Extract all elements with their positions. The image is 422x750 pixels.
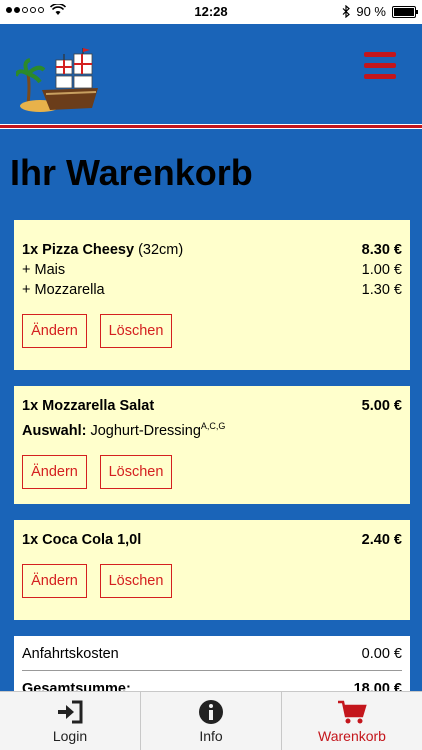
item-main-row: 1x Mozzarella Salat 5.00 € <box>22 396 402 416</box>
edit-button[interactable]: Ändern <box>22 314 87 348</box>
cart-item: 1x Mozzarella Salat 5.00 € Auswahl: Jogh… <box>14 386 410 504</box>
item-name: 1x Mozzarella Salat <box>22 398 155 414</box>
delivery-label: Anfahrtskosten <box>22 646 119 662</box>
menu-button[interactable] <box>364 52 396 80</box>
item-extra-row: + Mais 1.00 € <box>22 260 402 280</box>
login-icon <box>58 700 83 724</box>
info-icon <box>199 700 223 724</box>
item-main-row: 1x Coca Cola 1,0l 2.40 € <box>22 530 402 550</box>
delete-button[interactable]: Löschen <box>100 314 172 348</box>
item-extra-row: + Mozzarella 1.30 € <box>22 280 402 300</box>
tab-label: Login <box>52 728 88 744</box>
tab-label: Warenkorb <box>318 728 386 744</box>
allergen-codes: A,C,G <box>200 421 226 431</box>
choice-value: Joghurt-Dressing <box>90 422 201 439</box>
status-bar: 12:28 90 % <box>0 0 422 24</box>
item-main-row: 1x Pizza Cheesy (32cm) 8.30 € <box>22 240 402 260</box>
ship-logo[interactable] <box>16 46 104 116</box>
item-name: 1x Pizza Cheesy <box>22 242 135 258</box>
item-choice-row: Auswahl: Joghurt-DressingA,C,G <box>22 416 402 441</box>
cart-icon <box>338 700 367 724</box>
cart-item: 1x Pizza Cheesy (32cm) 8.30 € + Mais 1.0… <box>14 220 410 370</box>
delete-button[interactable]: Löschen <box>100 564 172 598</box>
battery-icon <box>392 5 418 18</box>
tab-bar: Login Info Warenkorb <box>0 691 422 750</box>
item-price: 2.40 € <box>361 532 402 548</box>
summary-divider <box>22 670 402 671</box>
delete-button[interactable]: Löschen <box>100 454 172 489</box>
tab-cart[interactable]: Warenkorb <box>282 692 422 750</box>
item-actions: Ändern Löschen <box>22 454 402 489</box>
item-actions: Ändern Löschen <box>22 314 402 348</box>
extra-label: + Mozzarella <box>22 282 105 298</box>
item-size: (32cm) <box>138 242 184 258</box>
item-name: 1x Coca Cola 1,0l <box>22 532 142 548</box>
item-price: 5.00 € <box>361 398 402 414</box>
item-price: 8.30 € <box>361 242 402 258</box>
extra-label: + Mais <box>22 262 66 278</box>
bluetooth-icon <box>342 5 351 18</box>
delivery-value: 0.00 € <box>361 646 402 662</box>
edit-button[interactable]: Ändern <box>22 564 87 598</box>
cart-item: 1x Coca Cola 1,0l 2.40 € Ändern Löschen <box>14 520 410 620</box>
header-divider <box>0 124 422 129</box>
status-right: 90 % <box>342 4 418 19</box>
delivery-cost-row: Anfahrtskosten 0.00 € <box>22 646 402 662</box>
item-actions: Ändern Löschen <box>22 564 402 598</box>
page-title: Ihr Warenkorb <box>10 152 253 193</box>
tab-info[interactable]: Info <box>141 692 282 750</box>
extra-price: 1.00 € <box>361 262 402 278</box>
edit-button[interactable]: Ändern <box>22 454 87 489</box>
tab-label: Info <box>199 728 223 744</box>
choice-label: Auswahl: <box>22 422 87 439</box>
tab-login[interactable]: Login <box>0 692 141 750</box>
battery-percent: 90 % <box>356 4 386 19</box>
extra-price: 1.30 € <box>361 282 402 298</box>
